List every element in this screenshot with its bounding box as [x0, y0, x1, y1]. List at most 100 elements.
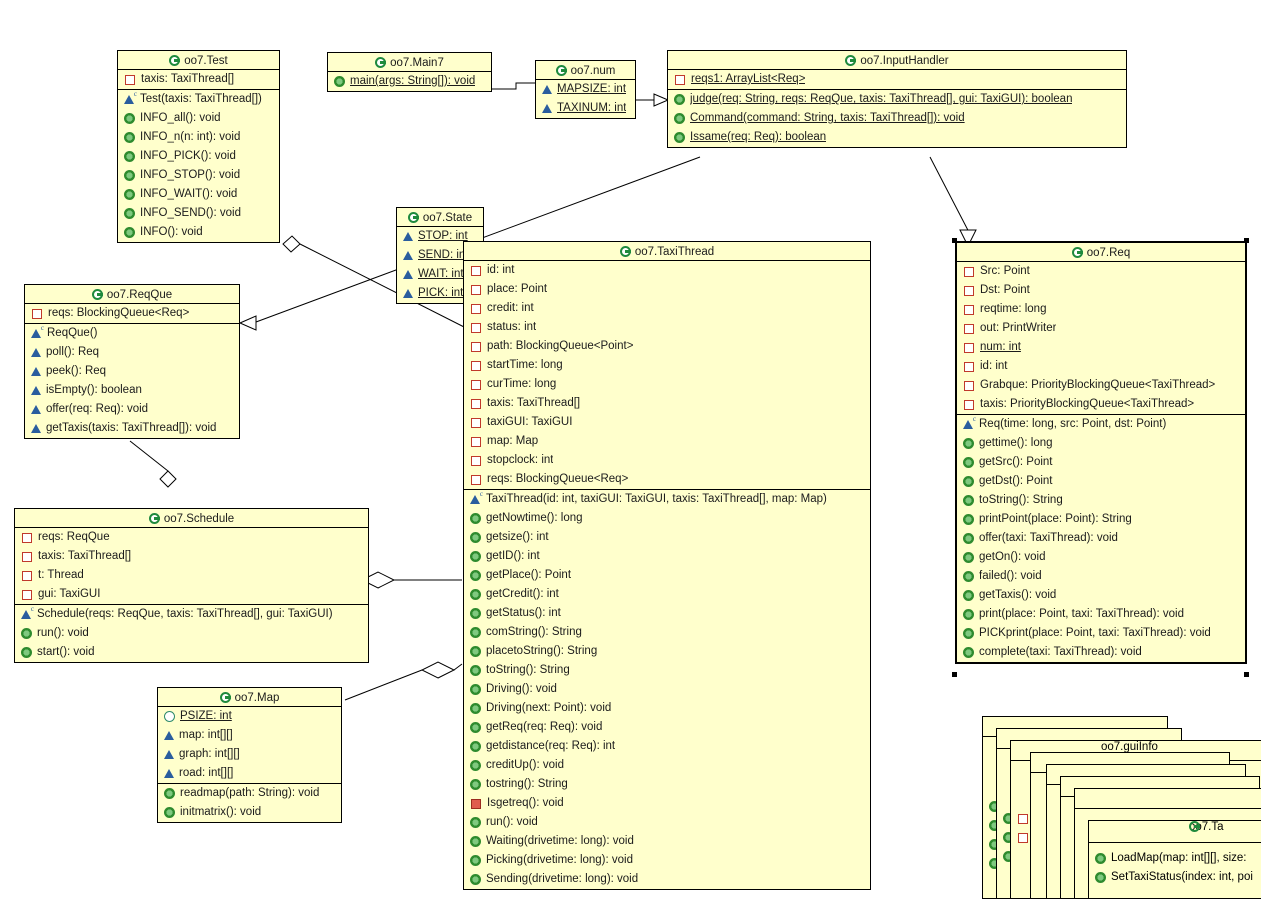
- selection-handle-sw[interactable]: [952, 672, 957, 677]
- field-row[interactable]: reqs: BlockingQueue<Req>: [464, 470, 870, 489]
- class-box-oo7-num[interactable]: oo7.num MAPSIZE: int TAXINUM: int: [535, 60, 636, 119]
- method-row[interactable]: c ReqQue(): [25, 324, 239, 343]
- method-row[interactable]: INFO_PICK(): void: [118, 147, 279, 166]
- method-row[interactable]: judge(req: String, reqs: ReqQue, taxis: …: [668, 90, 1126, 109]
- method-row[interactable]: getdistance(req: Req): int: [464, 737, 870, 756]
- method-row[interactable]: c TaxiThread(id: int, taxiGUI: TaxiGUI, t…: [464, 490, 870, 509]
- stack-row[interactable]: LoadMap(map: int[][], size:: [1089, 849, 1261, 868]
- method-row[interactable]: Driving(): void: [464, 680, 870, 699]
- field-row[interactable]: place: Point: [464, 280, 870, 299]
- method-row[interactable]: c Req(time: long, src: Point, dst: Point): [957, 415, 1245, 434]
- field-row[interactable]: MAPSIZE: int: [536, 80, 635, 99]
- method-row[interactable]: INFO(): void: [118, 223, 279, 242]
- selection-handle-se[interactable]: [1244, 672, 1249, 677]
- method-row[interactable]: PICKprint(place: Point, taxi: TaxiThread…: [957, 624, 1245, 643]
- field-row[interactable]: Src: Point: [957, 262, 1245, 281]
- method-row[interactable]: placetoString(): String: [464, 642, 870, 661]
- method-row[interactable]: getNowtime(): long: [464, 509, 870, 528]
- method-row[interactable]: run(): void: [15, 624, 368, 643]
- method-row[interactable]: tostring(): String: [464, 775, 870, 794]
- method-row[interactable]: INFO_SEND(): void: [118, 204, 279, 223]
- method-row[interactable]: getOn(): void: [957, 548, 1245, 567]
- method-row[interactable]: getsize(): int: [464, 528, 870, 547]
- field-row[interactable]: taxis: TaxiThread[]: [15, 547, 368, 566]
- field-row[interactable]: Dst: Point: [957, 281, 1245, 300]
- method-row[interactable]: readmap(path: String): void: [158, 784, 341, 803]
- method-row[interactable]: Isgetreq(): void: [464, 794, 870, 813]
- method-row[interactable]: Waiting(drivetime: long): void: [464, 832, 870, 851]
- method-row[interactable]: Sending(drivetime: long): void: [464, 870, 870, 889]
- method-row[interactable]: start(): void: [15, 643, 368, 662]
- field-row[interactable]: startTime: long: [464, 356, 870, 375]
- class-box-oo7-taxithread[interactable]: oo7.TaxiThread id: int place: Point cred…: [463, 241, 871, 890]
- field-row[interactable]: out: PrintWriter: [957, 319, 1245, 338]
- class-box-oo7-test[interactable]: oo7.Test taxis: TaxiThread[] c Test(taxis…: [117, 50, 280, 243]
- method-row[interactable]: toString(): String: [957, 491, 1245, 510]
- method-row[interactable]: getDst(): Point: [957, 472, 1245, 491]
- class-box-oo7-inputhandler[interactable]: oo7.InputHandler reqs1: ArrayList<Req> j…: [667, 50, 1127, 148]
- field-row[interactable]: id: int: [464, 261, 870, 280]
- field-row[interactable]: id: int: [957, 357, 1245, 376]
- method-row[interactable]: Command(command: String, taxis: TaxiThre…: [668, 109, 1126, 128]
- method-row[interactable]: offer(taxi: TaxiThread): void: [957, 529, 1245, 548]
- stack-row[interactable]: SetTaxiStatus(index: int, poi: [1089, 868, 1261, 887]
- method-row[interactable]: poll(): Req: [25, 343, 239, 362]
- method-row[interactable]: Picking(drivetime: long): void: [464, 851, 870, 870]
- field-row[interactable]: taxis: PriorityBlockingQueue<TaxiThread>: [957, 395, 1245, 414]
- field-row[interactable]: map: Map: [464, 432, 870, 451]
- method-row[interactable]: getTaxis(): void: [957, 586, 1245, 605]
- method-row[interactable]: initmatrix(): void: [158, 803, 341, 822]
- field-row[interactable]: graph: int[][]: [158, 745, 341, 764]
- field-row[interactable]: reqtime: long: [957, 300, 1245, 319]
- method-row[interactable]: complete(taxi: TaxiThread): void: [957, 643, 1245, 662]
- field-row[interactable]: t: Thread: [15, 566, 368, 585]
- field-row[interactable]: path: BlockingQueue<Point>: [464, 337, 870, 356]
- method-row[interactable]: INFO_STOP(): void: [118, 166, 279, 185]
- method-row[interactable]: getStatus(): int: [464, 604, 870, 623]
- method-row[interactable]: getCredit(): int: [464, 585, 870, 604]
- field-row[interactable]: status: int: [464, 318, 870, 337]
- method-row[interactable]: INFO_n(n: int): void: [118, 128, 279, 147]
- method-row[interactable]: run(): void: [464, 813, 870, 832]
- method-row[interactable]: Driving(next: Point): void: [464, 699, 870, 718]
- field-row[interactable]: gui: TaxiGUI: [15, 585, 368, 604]
- field-row[interactable]: credit: int: [464, 299, 870, 318]
- method-row[interactable]: INFO_all(): void: [118, 109, 279, 128]
- method-row[interactable]: c Schedule(reqs: ReqQue, taxis: TaxiThrea…: [15, 605, 368, 624]
- method-row[interactable]: getID(): int: [464, 547, 870, 566]
- class-box-oo7-reqque[interactable]: oo7.ReqQue reqs: BlockingQueue<Req> c Req…: [24, 284, 240, 439]
- class-box-oo7-main7[interactable]: oo7.Main7 main(args: String[]): void: [327, 52, 492, 92]
- method-row[interactable]: c Test(taxis: TaxiThread[]): [118, 90, 279, 109]
- field-row[interactable]: map: int[][]: [158, 726, 341, 745]
- field-row[interactable]: reqs: ReqQue: [15, 528, 368, 547]
- method-row[interactable]: gettime(): long: [957, 434, 1245, 453]
- method-row[interactable]: printPoint(place: Point): String: [957, 510, 1245, 529]
- method-row[interactable]: getPlace(): Point: [464, 566, 870, 585]
- field-row[interactable]: road: int[][]: [158, 764, 341, 783]
- method-row[interactable]: Issame(req: Req): boolean: [668, 128, 1126, 147]
- class-box-oo7-req[interactable]: oo7.Req Src: Point Dst: Point reqtime: l…: [955, 241, 1247, 664]
- method-row[interactable]: toString(): String: [464, 661, 870, 680]
- method-row[interactable]: creditUp(): void: [464, 756, 870, 775]
- method-row[interactable]: failed(): void: [957, 567, 1245, 586]
- field-row[interactable]: PSIZE: int: [158, 707, 341, 726]
- field-row[interactable]: reqs: BlockingQueue<Req>: [25, 304, 239, 323]
- field-row[interactable]: stopclock: int: [464, 451, 870, 470]
- field-row[interactable]: Grabque: PriorityBlockingQueue<TaxiThrea…: [957, 376, 1245, 395]
- method-row[interactable]: offer(req: Req): void: [25, 400, 239, 419]
- field-row[interactable]: num: int: [957, 338, 1245, 357]
- method-row[interactable]: main(args: String[]): void: [328, 72, 491, 91]
- method-row[interactable]: INFO_WAIT(): void: [118, 185, 279, 204]
- class-box-oo7-map[interactable]: oo7.Map PSIZE: int map: int[][] graph: i…: [157, 687, 342, 823]
- method-row[interactable]: isEmpty(): boolean: [25, 381, 239, 400]
- field-row[interactable]: curTime: long: [464, 375, 870, 394]
- method-row[interactable]: getSrc(): Point: [957, 453, 1245, 472]
- field-row[interactable]: TAXINUM: int: [536, 99, 635, 118]
- method-row[interactable]: print(place: Point, taxi: TaxiThread): v…: [957, 605, 1245, 624]
- field-row[interactable]: reqs1: ArrayList<Req>: [668, 70, 1126, 89]
- method-row[interactable]: comString(): String: [464, 623, 870, 642]
- method-row[interactable]: getTaxis(taxis: TaxiThread[]): void: [25, 419, 239, 438]
- field-row[interactable]: taxis: TaxiThread[]: [464, 394, 870, 413]
- method-row[interactable]: peek(): Req: [25, 362, 239, 381]
- stacked-class-box-front[interactable]: oo7.Ta LoadMap(map: int[][], size: SetTa…: [1088, 820, 1261, 899]
